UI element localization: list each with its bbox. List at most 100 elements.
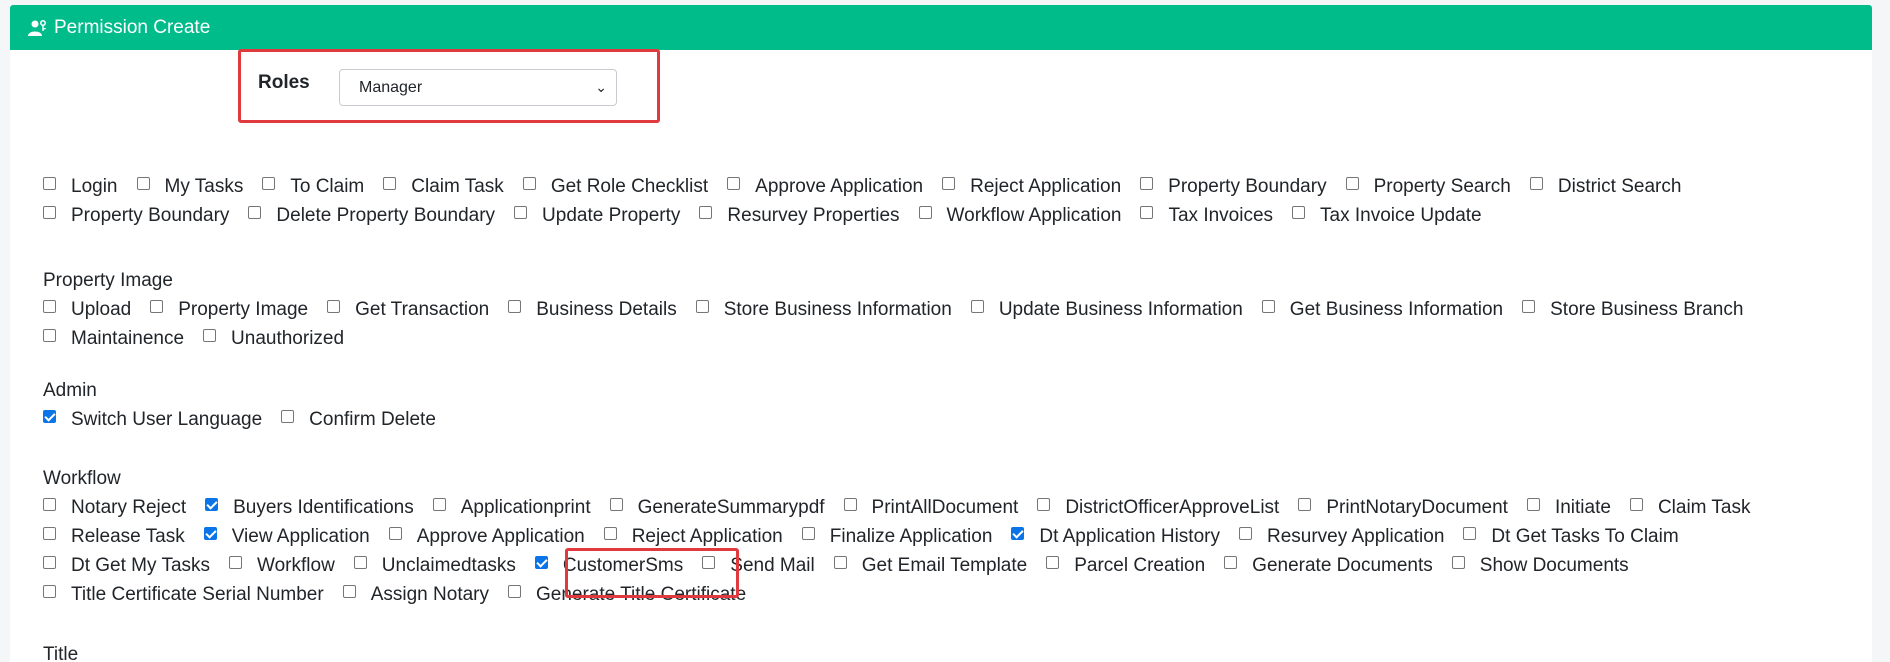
permission-checkbox[interactable] — [43, 410, 56, 423]
permission-checkbox[interactable] — [1011, 527, 1025, 540]
permission-item[interactable]: Applicationprint — [432, 497, 591, 519]
permission-item[interactable]: GenerateSummarypdf — [609, 497, 825, 519]
permission-checkbox[interactable] — [205, 498, 219, 511]
permission-item[interactable]: Tax Invoice Update — [1292, 205, 1482, 227]
permission-item[interactable]: Workflow — [229, 555, 335, 577]
permission-checkbox[interactable] — [1224, 556, 1238, 569]
permission-checkbox[interactable] — [353, 556, 367, 569]
permission-item[interactable]: Send Mail — [702, 555, 815, 577]
permission-checkbox[interactable] — [508, 300, 522, 313]
permission-item[interactable]: Release Task — [43, 526, 185, 548]
permission-item[interactable]: Get Email Template — [833, 555, 1027, 577]
permission-item[interactable]: Delete Property Boundary — [248, 205, 495, 227]
permission-item[interactable]: Claim Task — [1629, 497, 1751, 519]
permission-item[interactable]: Update Business Information — [970, 299, 1243, 321]
permission-item[interactable]: Property Boundary — [43, 205, 229, 227]
roles-select[interactable]: Manager ⌄ — [339, 69, 617, 106]
permission-item[interactable]: Get Role Checklist — [522, 176, 708, 198]
permission-checkbox[interactable] — [702, 556, 716, 569]
permission-item[interactable]: Store Business Information — [695, 299, 952, 321]
permission-checkbox[interactable] — [1140, 177, 1154, 190]
permission-item[interactable]: Property Search — [1345, 176, 1511, 198]
permission-item[interactable]: Login — [43, 176, 118, 198]
permission-checkbox[interactable] — [388, 527, 402, 540]
permission-checkbox[interactable] — [43, 585, 56, 598]
permission-checkbox[interactable] — [43, 206, 56, 219]
permission-checkbox[interactable] — [970, 300, 984, 313]
permission-item[interactable]: Property Image — [150, 299, 308, 321]
permission-item[interactable]: CustomerSms — [534, 555, 683, 577]
permission-item[interactable]: Switch User Language — [43, 409, 262, 431]
permission-checkbox[interactable] — [508, 585, 521, 598]
permission-checkbox[interactable] — [43, 527, 56, 540]
permission-checkbox[interactable] — [248, 206, 262, 219]
permission-checkbox[interactable] — [229, 556, 243, 569]
permission-item[interactable]: Workflow Application — [918, 205, 1121, 227]
permission-item[interactable]: Notary Reject — [43, 497, 186, 519]
permission-checkbox[interactable] — [1261, 300, 1275, 313]
permission-item[interactable]: Get Transaction — [327, 299, 489, 321]
permission-item[interactable]: Show Documents — [1451, 555, 1629, 577]
permission-item[interactable]: My Tasks — [136, 176, 243, 198]
permission-checkbox[interactable] — [327, 300, 341, 313]
permission-checkbox[interactable] — [1140, 206, 1154, 219]
permission-item[interactable]: DistrictOfficerApproveList — [1037, 497, 1279, 519]
permission-checkbox[interactable] — [727, 177, 741, 190]
permission-checkbox[interactable] — [136, 177, 150, 190]
permission-checkbox[interactable] — [1046, 556, 1060, 569]
permission-checkbox[interactable] — [383, 177, 397, 190]
permission-checkbox[interactable] — [843, 498, 857, 511]
permission-checkbox[interactable] — [1451, 556, 1465, 569]
permission-checkbox[interactable] — [699, 206, 713, 219]
permission-checkbox[interactable] — [801, 527, 815, 540]
permission-item[interactable]: Store Business Branch — [1522, 299, 1743, 321]
permission-item[interactable]: Unauthorized — [203, 328, 344, 350]
permission-item[interactable]: Approve Application — [727, 176, 923, 198]
permission-item[interactable]: Confirm Delete — [281, 409, 436, 431]
permission-item[interactable]: PrintAllDocument — [843, 497, 1018, 519]
permission-checkbox[interactable] — [150, 300, 164, 313]
permission-item[interactable]: Claim Task — [383, 176, 504, 198]
permission-item[interactable]: Update Property — [514, 205, 680, 227]
permission-checkbox[interactable] — [43, 556, 56, 569]
permission-item[interactable]: PrintNotaryDocument — [1298, 497, 1508, 519]
permission-item[interactable]: Dt Get Tasks To Claim — [1463, 526, 1679, 548]
permission-item[interactable]: Business Details — [508, 299, 677, 321]
permission-checkbox[interactable] — [603, 527, 617, 540]
permission-item[interactable]: Dt Application History — [1011, 526, 1220, 548]
permission-item[interactable]: Finalize Application — [801, 526, 992, 548]
permission-item[interactable]: Property Boundary — [1140, 176, 1327, 198]
permission-checkbox[interactable] — [43, 498, 56, 511]
permission-item[interactable]: Upload — [43, 299, 131, 321]
permission-checkbox[interactable] — [1345, 177, 1359, 190]
permission-item[interactable]: Parcel Creation — [1046, 555, 1205, 577]
permission-checkbox[interactable] — [1629, 498, 1643, 511]
permission-checkbox[interactable] — [281, 410, 295, 423]
permission-item[interactable]: Generate Title Certificate — [508, 584, 746, 606]
permission-checkbox[interactable] — [918, 206, 932, 219]
permission-item[interactable]: Reject Application — [603, 526, 783, 548]
permission-checkbox[interactable] — [1529, 177, 1543, 190]
permission-item[interactable]: Approve Application — [388, 526, 585, 548]
permission-item[interactable]: Dt Get My Tasks — [43, 555, 210, 577]
permission-checkbox[interactable] — [1298, 498, 1312, 511]
permission-checkbox[interactable] — [942, 177, 956, 190]
permission-checkbox[interactable] — [342, 585, 356, 598]
permission-checkbox[interactable] — [1522, 300, 1536, 313]
permission-checkbox[interactable] — [432, 498, 446, 511]
permission-item[interactable]: Maintainence — [43, 328, 184, 350]
permission-checkbox[interactable] — [514, 206, 528, 219]
permission-checkbox[interactable] — [1292, 206, 1306, 219]
permission-checkbox[interactable] — [43, 329, 56, 342]
permission-checkbox[interactable] — [1238, 527, 1252, 540]
permission-checkbox[interactable] — [1037, 498, 1051, 511]
permission-item[interactable]: Tax Invoices — [1140, 205, 1273, 227]
permission-item[interactable]: District Search — [1529, 176, 1681, 198]
permission-checkbox[interactable] — [609, 498, 623, 511]
permission-item[interactable]: Resurvey Properties — [699, 205, 900, 227]
permission-item[interactable]: Assign Notary — [342, 584, 489, 606]
permission-item[interactable]: Resurvey Application — [1238, 526, 1444, 548]
permission-item[interactable]: Generate Documents — [1224, 555, 1433, 577]
permission-checkbox[interactable] — [203, 329, 217, 342]
permission-item[interactable]: Initiate — [1526, 497, 1611, 519]
